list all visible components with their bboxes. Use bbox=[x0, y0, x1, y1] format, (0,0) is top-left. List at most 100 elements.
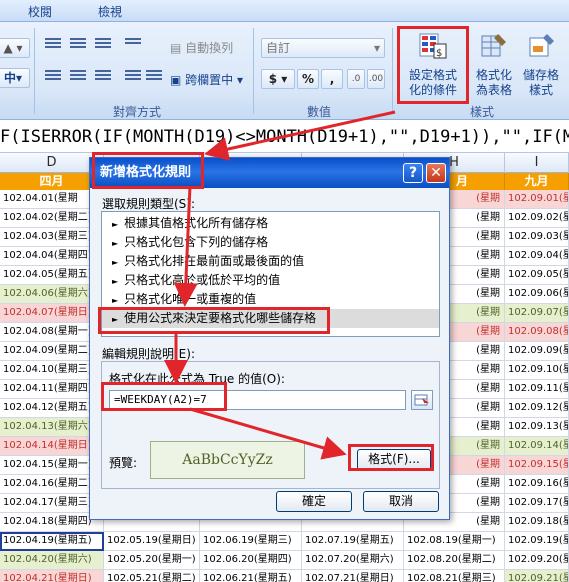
orientation-icon[interactable] bbox=[122, 36, 144, 54]
sheet-cell[interactable]: 102.06.20(星期四) bbox=[200, 551, 302, 570]
sheet-cell[interactable]: 102.06.19(星期三) bbox=[200, 532, 302, 551]
cancel-button[interactable]: 取消 bbox=[363, 491, 439, 512]
alignment-group-label: 對齊方式 bbox=[113, 105, 162, 119]
group-separator bbox=[253, 28, 254, 114]
number-group-label: 數值 bbox=[307, 105, 332, 119]
sheet-cell[interactable]: 102.08.21(星期三) bbox=[404, 570, 505, 582]
annotation-box-dialog-title bbox=[92, 152, 204, 189]
sheet-cell[interactable]: 102.09.16(星期 bbox=[505, 475, 569, 494]
sheet-cell[interactable]: 102.09.17(星期 bbox=[505, 494, 569, 513]
rule-type-item[interactable]: ► 根據其值格式化所有儲存格 bbox=[102, 214, 439, 233]
rule-type-item[interactable]: ► 只格式化高於或低於平均的值 bbox=[102, 271, 439, 290]
ok-button[interactable]: 確定 bbox=[276, 491, 352, 512]
cell-styles-icon bbox=[529, 34, 554, 57]
annotation-box-formula-input bbox=[101, 382, 227, 411]
sheet-cell[interactable]: 102.09.01(星期 bbox=[505, 190, 569, 209]
ribbon-tab-bar: 校閱 檢視 bbox=[0, 0, 569, 22]
format-as-table-icon bbox=[481, 34, 506, 57]
sheet-cell[interactable]: 102.09.11(星期 bbox=[505, 380, 569, 399]
rule-type-label: 只格式化排在最前面或最後面的值 bbox=[124, 254, 305, 268]
align-center-icon[interactable] bbox=[67, 68, 89, 86]
comma-button[interactable]: , bbox=[321, 69, 343, 89]
sheet-cell[interactable]: 102.09.07(星期 bbox=[505, 304, 569, 323]
align-top-icon[interactable] bbox=[42, 36, 64, 54]
group-separator bbox=[392, 28, 393, 114]
rule-type-item[interactable]: ► 只格式化排在最前面或最後面的值 bbox=[102, 252, 439, 271]
align-middle-icon[interactable] bbox=[67, 36, 89, 54]
format-preview: AaBbCcYyZz bbox=[150, 441, 305, 479]
sheet-cell[interactable]: 102.09.20(星期 bbox=[505, 551, 569, 570]
sheet-cell[interactable]: 102.09.08(星期 bbox=[505, 323, 569, 342]
sheet-cell[interactable]: 102.09.02(星期 bbox=[505, 209, 569, 228]
help-button[interactable]: ? bbox=[403, 163, 423, 183]
indent-icon[interactable] bbox=[122, 68, 144, 86]
decrease-decimal-button[interactable]: .00 bbox=[367, 69, 385, 89]
styles-group-label: 樣式 bbox=[470, 105, 495, 119]
align-left-icon[interactable] bbox=[42, 68, 64, 86]
sheet-cell[interactable]: 102.05.21(星期二) bbox=[104, 570, 200, 582]
sheet-cell[interactable]: 102.06.21(星期五) bbox=[200, 570, 302, 582]
rule-type-label: 只格式化包含下列的儲存格 bbox=[124, 235, 269, 249]
formula-bar[interactable]: F(ISERROR(IF(MONTH(D19)<>MONTH(D19+1),""… bbox=[0, 121, 569, 153]
annotation-box-format-button bbox=[348, 444, 434, 471]
merge-center-button[interactable]: ▣ 跨欄置中 ▾ bbox=[170, 71, 243, 88]
sheet-cell[interactable]: 102.09.03(星期 bbox=[505, 228, 569, 247]
column-header-i[interactable]: I bbox=[505, 153, 569, 173]
format-as-table-button[interactable]: 格式化為表格 bbox=[470, 32, 518, 98]
sheet-cell[interactable]: 102.08.19(星期一) bbox=[404, 532, 505, 551]
sheet-cell[interactable]: 102.09.18(星期 bbox=[505, 513, 569, 532]
tab-view[interactable]: 檢視 bbox=[98, 3, 122, 20]
sheet-cell[interactable]: 102.09.04(星期 bbox=[505, 247, 569, 266]
range-select-icon bbox=[414, 394, 429, 407]
sheet-cell[interactable]: 102.09.19(星期 bbox=[505, 532, 569, 551]
font-size-button[interactable]: ▲ ▾ bbox=[0, 38, 30, 58]
sheet-cell[interactable]: 102.04.19(星期五) bbox=[0, 532, 104, 551]
triangle-bullet-icon: ► bbox=[112, 239, 119, 248]
currency-button[interactable]: $ ▾ bbox=[261, 69, 295, 89]
number-format-select[interactable]: 自訂 ▾ bbox=[261, 38, 385, 58]
sheet-cell[interactable]: 102.09.15(星期 bbox=[505, 456, 569, 475]
collapse-dialog-button[interactable] bbox=[411, 390, 433, 410]
cell-styles-button[interactable]: 儲存格樣式 bbox=[520, 32, 562, 98]
select-rule-type-label: 選取規則類型(S): bbox=[102, 197, 196, 211]
close-button[interactable]: ✕ bbox=[426, 163, 446, 183]
triangle-bullet-icon: ► bbox=[112, 277, 119, 286]
sheet-cell[interactable]: 102.05.19(星期日) bbox=[104, 532, 200, 551]
sheet-cell[interactable]: 102.08.20(星期二) bbox=[404, 551, 505, 570]
sheet-cell[interactable]: 102.09.14(星期 bbox=[505, 437, 569, 456]
sheet-cell[interactable]: 102.09.13(星期 bbox=[505, 418, 569, 437]
sheet-cell[interactable]: 102.09.12(星期 bbox=[505, 399, 569, 418]
sheet-cell[interactable]: 102.07.21(星期日) bbox=[302, 570, 404, 582]
outdent-icon[interactable] bbox=[143, 68, 165, 86]
increase-decimal-button[interactable]: .0 bbox=[347, 69, 365, 89]
cell-styles-label: 儲存格樣式 bbox=[523, 68, 560, 97]
sheet-cell[interactable]: 102.07.19(星期五) bbox=[302, 532, 404, 551]
percent-button[interactable]: % bbox=[297, 69, 319, 89]
sheet-cell[interactable]: 102.09.05(星期 bbox=[505, 266, 569, 285]
table-row: 102.04.20(星期六) 102.05.20(星期一) 102.06.20(星期… bbox=[0, 551, 569, 570]
sheet-cell[interactable]: 102.05.20(星期一) bbox=[104, 551, 200, 570]
sheet-cell[interactable]: 102.09.06(星期 bbox=[505, 285, 569, 304]
align-bottom-icon[interactable] bbox=[92, 36, 114, 54]
sheet-cell[interactable]: 102.09.21(星期 bbox=[505, 570, 569, 582]
sheet-cell[interactable]: 102.04.21(星期日) bbox=[0, 570, 104, 582]
tab-review[interactable]: 校閱 bbox=[28, 3, 52, 20]
format-as-table-label: 格式化為表格 bbox=[475, 68, 512, 97]
triangle-bullet-icon: ► bbox=[112, 220, 119, 229]
month-cell-september[interactable]: 九月 bbox=[505, 173, 569, 190]
triangle-bullet-icon: ► bbox=[112, 296, 119, 305]
align-right-icon[interactable] bbox=[92, 68, 114, 86]
triangle-bullet-icon: ► bbox=[112, 258, 119, 267]
rule-type-item[interactable]: ► 只格式化包含下列的儲存格 bbox=[102, 233, 439, 252]
sheet-cell[interactable]: 102.09.09(星期 bbox=[505, 342, 569, 361]
sheet-cell[interactable]: 102.09.10(星期 bbox=[505, 361, 569, 380]
table-row: 102.04.21(星期日) 102.05.21(星期二) 102.06.21(星期… bbox=[0, 570, 569, 582]
wrap-text-button[interactable]: ▤ 自動換列 bbox=[170, 39, 233, 56]
rule-type-label: 只格式化唯一或重複的值 bbox=[124, 292, 257, 306]
rule-type-label: 根據其值格式化所有儲存格 bbox=[124, 216, 269, 230]
sheet-cell[interactable]: 102.04.20(星期六) bbox=[0, 551, 104, 570]
sheet-cell[interactable]: 102.07.20(星期六) bbox=[302, 551, 404, 570]
annotation-box-conditional-format bbox=[397, 26, 469, 104]
font-size-partial-button[interactable]: 中▾ bbox=[0, 68, 30, 88]
ribbon: ▲ ▾ 中▾ ▤ 自動換列 ▣ 跨欄置中 ▾ 對齊方式 自訂 ▾ $ ▾ % , … bbox=[0, 22, 569, 120]
